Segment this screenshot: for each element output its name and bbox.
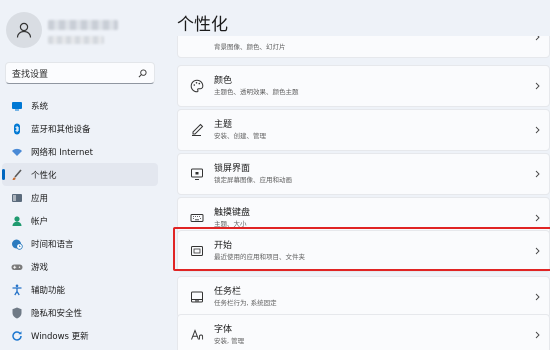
sidebar-item-label: Windows 更新 xyxy=(31,331,89,342)
card-title: 触摸键盘 xyxy=(214,208,251,218)
sidebar-item-label: 应用 xyxy=(31,193,49,204)
shield-icon xyxy=(11,307,23,319)
nav-list: 系统 蓝牙和其他设备 网络和 Internet 个性化 应用 帐户 时间和语言 … xyxy=(0,94,162,347)
bluetooth-icon xyxy=(11,123,23,135)
chevron-right-icon xyxy=(533,330,541,340)
sidebar-item-network[interactable]: 网络和 Internet xyxy=(2,140,158,163)
card-colors[interactable]: 颜色 主题色、透明效果、颜色主题 xyxy=(177,65,550,107)
chevron-right-icon xyxy=(533,169,541,179)
card-taskbar[interactable]: 任务栏 任务栏行为, 系统固定 xyxy=(177,276,550,318)
card-themes[interactable]: 主题 安装、创建、管理 xyxy=(177,109,550,151)
taskbar-icon xyxy=(190,290,204,304)
card-background[interactable]: 背景图像、颜色、幻灯片 xyxy=(177,36,550,58)
font-icon xyxy=(190,328,204,342)
chevron-right-icon xyxy=(533,125,541,135)
sidebar-item-time-language[interactable]: 时间和语言 xyxy=(2,232,158,255)
brush-icon xyxy=(11,168,23,181)
sidebar-item-label: 系统 xyxy=(31,101,49,112)
card-start[interactable]: 开始 最近使用的应用和项目、文件夹 xyxy=(177,230,550,272)
card-subtitle: 任务栏行为, 系统固定 xyxy=(214,299,277,307)
sidebar-item-label: 帐户 xyxy=(31,216,49,227)
start-icon xyxy=(190,244,204,258)
user-name-blurred xyxy=(48,20,118,30)
sidebar-item-personalization[interactable]: 个性化 xyxy=(2,163,158,186)
sidebar-item-accessibility[interactable]: 辅助功能 xyxy=(2,278,158,301)
globe-clock-icon xyxy=(11,238,23,250)
monitor-icon xyxy=(11,100,23,112)
chevron-right-icon xyxy=(533,81,541,91)
search-icon[interactable] xyxy=(136,67,148,79)
sidebar-item-apps[interactable]: 应用 xyxy=(2,186,158,209)
card-title: 颜色 xyxy=(214,76,233,86)
settings-card-list: 背景图像、颜色、幻灯片 颜色 主题色、透明效果、颜色主题 主题 安装、创建、管理 xyxy=(177,36,550,350)
card-subtitle: 安装、创建、管理 xyxy=(214,132,266,140)
account-icon xyxy=(11,215,23,227)
sidebar: 查找设置 系统 蓝牙和其他设备 网络和 Internet 个性化 应用 帐户 时… xyxy=(0,0,162,350)
sidebar-item-system[interactable]: 系统 xyxy=(2,94,158,117)
card-fonts[interactable]: 字体 安装, 管理 xyxy=(177,314,550,350)
page-title: 个性化 xyxy=(177,15,228,35)
sidebar-item-windows-update[interactable]: Windows 更新 xyxy=(2,324,158,347)
user-profile[interactable] xyxy=(6,12,156,52)
card-subtitle: 背景图像、颜色、幻灯片 xyxy=(214,43,286,51)
sidebar-item-label: 网络和 Internet xyxy=(31,147,93,158)
sidebar-item-label: 蓝牙和其他设备 xyxy=(31,124,91,135)
card-subtitle: 主题色、透明效果、颜色主题 xyxy=(214,88,299,96)
accessibility-icon xyxy=(11,284,23,296)
chevron-right-icon xyxy=(533,292,541,302)
card-title: 开始 xyxy=(214,241,233,251)
sidebar-item-privacy-security[interactable]: 隐私和安全性 xyxy=(2,301,158,324)
card-subtitle: 安装, 管理 xyxy=(214,337,245,345)
card-title: 字体 xyxy=(214,325,233,335)
sidebar-item-bluetooth[interactable]: 蓝牙和其他设备 xyxy=(2,117,158,140)
chevron-right-icon xyxy=(533,246,541,256)
card-title: 锁屏界面 xyxy=(214,164,251,174)
card-subtitle: 锁定屏幕图像、应用和动画 xyxy=(214,176,292,184)
sidebar-item-label: 隐私和安全性 xyxy=(31,308,83,319)
lock-screen-icon xyxy=(190,167,204,181)
search-placeholder: 查找设置 xyxy=(12,69,49,80)
user-icon xyxy=(16,22,32,38)
card-lock-screen[interactable]: 锁屏界面 锁定屏幕图像、应用和动画 xyxy=(177,153,550,195)
wifi-icon xyxy=(11,146,23,158)
palette-icon xyxy=(190,79,204,93)
sidebar-item-label: 游戏 xyxy=(31,262,49,273)
gamepad-icon xyxy=(11,261,23,273)
sidebar-item-label: 时间和语言 xyxy=(31,239,74,250)
update-icon xyxy=(11,330,23,342)
user-email-blurred xyxy=(48,36,104,44)
card-subtitle: 主题、大小 xyxy=(214,220,247,228)
apps-icon xyxy=(11,192,23,204)
avatar[interactable] xyxy=(6,12,42,48)
sidebar-item-label: 辅助功能 xyxy=(31,285,66,296)
sidebar-item-label: 个性化 xyxy=(31,170,57,181)
sidebar-item-gaming[interactable]: 游戏 xyxy=(2,255,158,278)
card-title: 主题 xyxy=(214,120,233,130)
card-subtitle: 最近使用的应用和项目、文件夹 xyxy=(214,253,305,261)
sidebar-item-accounts[interactable]: 帐户 xyxy=(2,209,158,232)
background-icon xyxy=(190,36,204,44)
card-title: 任务栏 xyxy=(214,287,242,297)
search-input[interactable]: 查找设置 xyxy=(5,62,155,84)
chevron-right-icon xyxy=(533,36,541,42)
keyboard-icon xyxy=(190,211,204,225)
pen-icon xyxy=(190,123,204,137)
chevron-right-icon xyxy=(533,213,541,223)
